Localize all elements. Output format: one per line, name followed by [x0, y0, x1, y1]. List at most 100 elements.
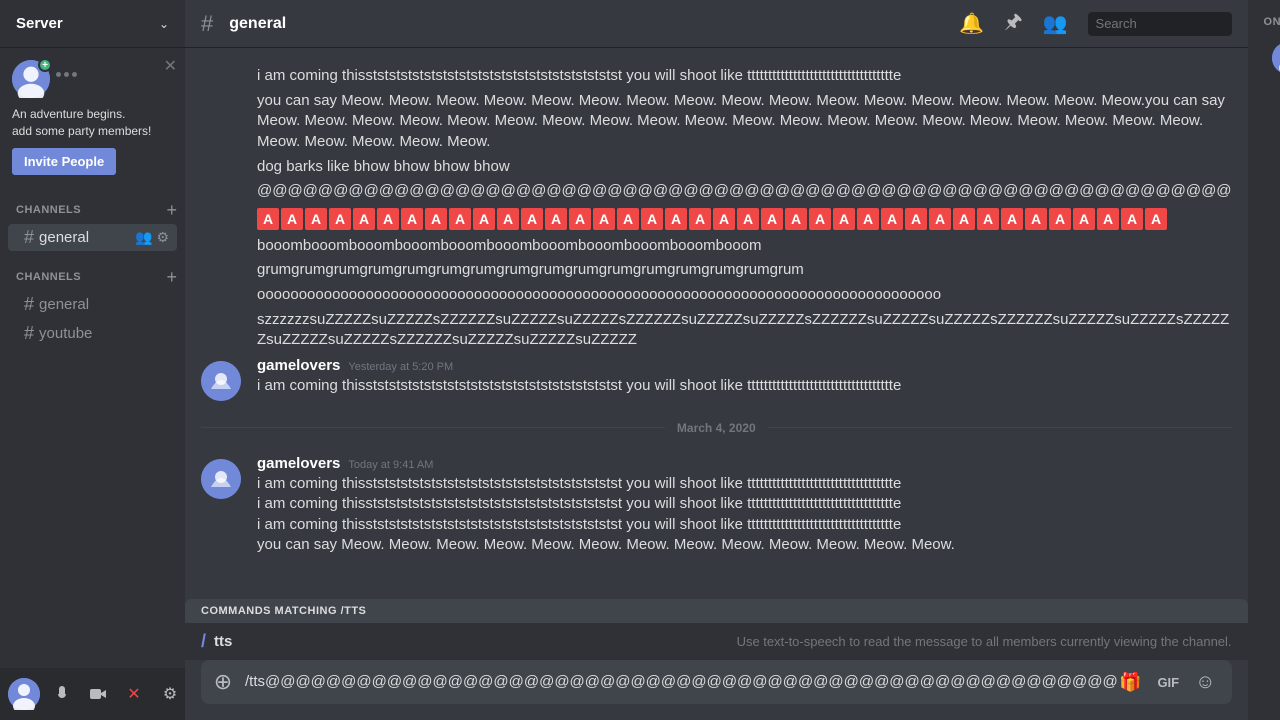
- gift-icon[interactable]: 🎁: [1119, 672, 1141, 693]
- channel-name: general: [39, 229, 135, 246]
- commands-header: COMMANDS MATCHING /tts: [185, 599, 1248, 623]
- add-channel-icon[interactable]: +: [166, 201, 177, 219]
- message-content1: i am coming thisstststststststststststst…: [257, 474, 1232, 495]
- emoji-block: A: [1049, 208, 1071, 230]
- command-item-tts[interactable]: / tts Use text-to-speech to read the mes…: [185, 623, 1248, 660]
- mic-button[interactable]: [48, 680, 76, 708]
- emoji-block: A: [809, 208, 831, 230]
- emoji-button[interactable]: ☺: [1195, 671, 1215, 694]
- emoji-block: A: [569, 208, 591, 230]
- message-content: i am coming thisstststststststststststst…: [257, 376, 1232, 397]
- member-item[interactable]: gamelo...: [1256, 36, 1280, 80]
- messages-area[interactable]: i am coming thisstststststststststststst…: [185, 48, 1248, 599]
- message-content3: i am coming thisstststststststststststst…: [257, 515, 1232, 536]
- message-item-emoji: AAAAAAAAAAAAAAAAAAAAAAAAAAAAAAAAAAAAAA: [185, 204, 1248, 234]
- commands-label: COMMANDS MATCHING: [201, 605, 341, 617]
- emoji-block: A: [1001, 208, 1023, 230]
- close-button[interactable]: ✕: [120, 680, 148, 708]
- emoji-block: A: [281, 208, 303, 230]
- slash-icon: /: [201, 631, 206, 652]
- emoji-block: A: [977, 208, 999, 230]
- message-item: grumgrumgrumgrumgrumgrumgrumgrumgrumgrum…: [185, 258, 1248, 283]
- emoji-block: A: [305, 208, 327, 230]
- user-icon: 👥: [135, 229, 152, 246]
- search-placeholder: Search: [1096, 16, 1137, 31]
- message-avatar: [201, 361, 241, 401]
- promo-text: An adventure begins. add some party memb…: [12, 106, 173, 140]
- emoji-block: A: [401, 208, 423, 230]
- avatar-plus-badge: +: [38, 58, 52, 72]
- user-panel-controls: ✕ ⚙: [48, 680, 184, 708]
- voice-channels-section-header: CHANNELS +: [0, 252, 185, 290]
- message-content: szzzzzzsuZZZZZsuZZZZZsZZZZZZsuZZZZZsuZZZ…: [257, 310, 1232, 351]
- video-button[interactable]: [84, 680, 112, 708]
- invite-people-button[interactable]: Invite People: [12, 148, 116, 175]
- channel-item-general[interactable]: # general 👥 ⚙: [8, 224, 177, 251]
- divider-line: [201, 427, 665, 428]
- emoji-block: A: [1097, 208, 1119, 230]
- user-dots: [56, 72, 77, 77]
- emoji-block: A: [329, 208, 351, 230]
- main-content: # general 🔔 🖈 👥 Search i am coming thiss…: [185, 0, 1248, 720]
- emoji-block: A: [425, 208, 447, 230]
- members-icon[interactable]: 👥: [1043, 11, 1068, 36]
- bell-icon[interactable]: 🔔: [959, 11, 984, 36]
- message-item: oooooooooooooooooooooooooooooooooooooooo…: [185, 283, 1248, 308]
- input-area: ⊕ 🎁 GIF ☺: [185, 660, 1248, 720]
- message-input[interactable]: [245, 661, 1119, 704]
- user-promo: ✕ + An adventure begins. add so: [0, 48, 185, 185]
- online-header: ONLINE — 1: [1248, 16, 1280, 36]
- channel-item-youtube[interactable]: # youtube: [8, 320, 177, 347]
- date-divider: March 4, 2020: [185, 405, 1248, 451]
- channel-name3: youtube: [39, 325, 169, 342]
- right-sidebar: ONLINE — 1 gamelo...: [1248, 0, 1280, 720]
- settings-button[interactable]: ⚙: [156, 680, 184, 708]
- message-content: booombooombooombooombooombooombooombooom…: [257, 236, 1232, 257]
- add-voice-channel-icon[interactable]: +: [166, 268, 177, 286]
- command-description: Use text-to-speech to read the message t…: [737, 634, 1232, 649]
- channel-item-general2[interactable]: # general: [8, 291, 177, 318]
- message-content: i am coming thisstststststststststststst…: [257, 66, 1232, 87]
- emoji-block: A: [1025, 208, 1047, 230]
- emoji-block: A: [521, 208, 543, 230]
- channel-icons: 👥 ⚙: [135, 229, 169, 246]
- add-attachment-button[interactable]: ⊕: [205, 664, 241, 700]
- gif-button[interactable]: GIF: [1157, 675, 1179, 690]
- input-icons: 🎁 GIF ☺: [1119, 671, 1216, 694]
- emoji-block: A: [1145, 208, 1167, 230]
- server-header[interactable]: Server ⌄: [0, 0, 185, 48]
- message-author-name: gamelovers: [257, 357, 340, 374]
- dot: [72, 72, 77, 77]
- emoji-block: A: [377, 208, 399, 230]
- emoji-block: A: [473, 208, 495, 230]
- voice-channels-label: CHANNELS: [16, 271, 81, 283]
- emoji-block: A: [761, 208, 783, 230]
- message-item: dog barks like bhow bhow bhow bhow: [185, 155, 1248, 180]
- emoji-block: A: [905, 208, 927, 230]
- emoji-block: A: [641, 208, 663, 230]
- emoji-block: A: [545, 208, 567, 230]
- close-icon[interactable]: ✕: [164, 56, 177, 76]
- channels-label: CHANNELS: [16, 204, 81, 216]
- channel-hash-icon: #: [24, 227, 34, 248]
- settings-icon[interactable]: ⚙: [156, 229, 169, 246]
- message-author-line2: gamelovers Today at 9:41 AM: [257, 455, 1232, 472]
- search-box[interactable]: Search: [1088, 12, 1232, 36]
- message-content4: you can say Meow. Meow. Meow. Meow. Meow…: [257, 535, 1232, 556]
- emoji-block: A: [449, 208, 471, 230]
- emoji-block: A: [785, 208, 807, 230]
- pin-icon[interactable]: 🖈: [1004, 7, 1023, 41]
- avatar-wrap: +: [12, 60, 50, 98]
- channels-section-header: CHANNELS +: [0, 185, 185, 223]
- avatar-area: +: [12, 60, 173, 98]
- message-author-line: gamelovers Yesterday at 5:20 PM: [257, 357, 1232, 374]
- dot: [56, 72, 61, 77]
- emoji-block: A: [353, 208, 375, 230]
- emoji-block: A: [857, 208, 879, 230]
- date-divider-text: March 4, 2020: [677, 421, 756, 435]
- user-panel-avatar: [8, 678, 40, 710]
- emoji-block: A: [617, 208, 639, 230]
- message-item: you can say Meow. Meow. Meow. Meow. Meow…: [185, 89, 1248, 155]
- emoji-block: A: [593, 208, 615, 230]
- message-content: grumgrumgrumgrumgrumgrumgrumgrumgrumgrum…: [257, 260, 1232, 281]
